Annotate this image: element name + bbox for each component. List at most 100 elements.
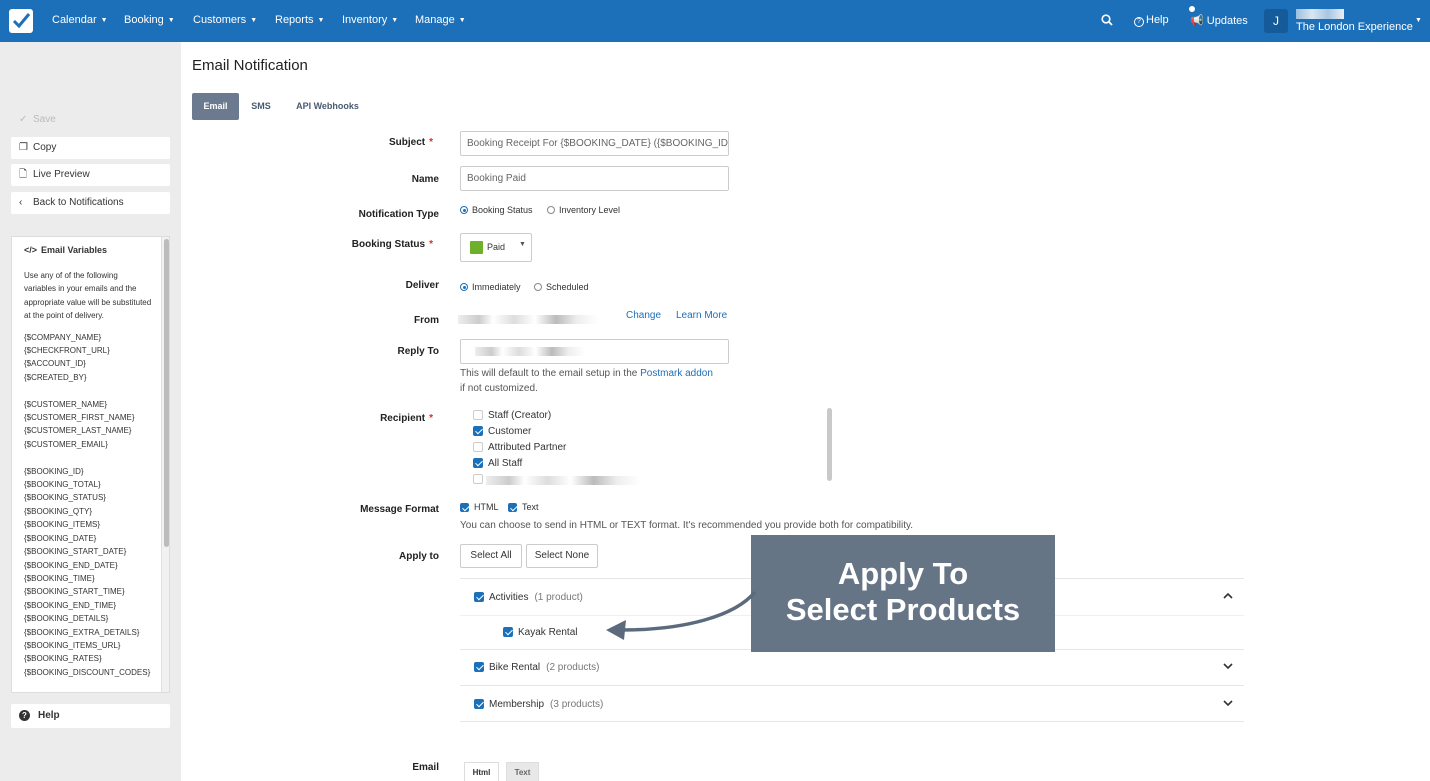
help-circle-icon: ? [1134, 17, 1144, 27]
email-variables-panel: </> Email Variables Use any of of the fol… [11, 236, 170, 693]
radio-booking-status[interactable]: Booking Status [460, 205, 533, 215]
email-label: Email [412, 762, 439, 773]
email-variable: {$BOOKING_START_DATE} [24, 547, 127, 557]
help-link[interactable]: ? Help [1134, 14, 1169, 27]
recipient-all-staff[interactable]: All Staff [473, 458, 522, 469]
top-nav: Calendar ▼ Booking ▼ Customers ▼ Reports ▼ I… [0, 0, 1430, 42]
help-button[interactable]: ? Help [11, 704, 170, 728]
tab-email[interactable]: Email [192, 93, 239, 120]
subject-label: Subject * [388, 137, 433, 148]
email-variable: {$BOOKING_ITEMS} [24, 520, 101, 530]
change-link[interactable]: Change [626, 310, 661, 321]
reply-to-blurred [475, 347, 585, 356]
deliver-label: Deliver [405, 280, 439, 291]
check-icon: ✓ [19, 114, 28, 125]
format-text-checkbox[interactable]: Text [508, 502, 539, 512]
email-tab-text[interactable]: Text [506, 762, 539, 781]
email-variable: {$BOOKING_START_TIME} [24, 587, 125, 597]
page-title: Email Notification [192, 57, 308, 74]
email-variable: {$BOOKING_DATE} [24, 533, 97, 543]
category-membership-row[interactable]: Membership (3 products) [460, 685, 1244, 722]
recipient-customer[interactable]: Customer [473, 426, 531, 437]
tab-api-webhooks[interactable]: API Webhooks [289, 93, 366, 120]
nav-inventory[interactable]: Inventory ▼ [342, 14, 398, 26]
postmark-addon-link[interactable]: Postmark addon [640, 368, 713, 379]
copy-button[interactable]: ❐ Copy [11, 137, 170, 159]
notification-type-label: Notification Type [358, 209, 439, 220]
variables-scrollbar[interactable] [161, 237, 169, 692]
subject-input[interactable]: Booking Receipt For {$BOOKING_DATE} ({$B… [460, 131, 729, 156]
nav-booking[interactable]: Booking ▼ [124, 14, 175, 26]
email-variable: {$BOOKING_TOTAL} [24, 480, 101, 490]
email-variable: {$BOOKING_DISCOUNT_CODES} [24, 667, 151, 677]
email-variable: {$BOOKING_QTY} [24, 506, 93, 516]
product-kayak-rental[interactable]: Kayak Rental [503, 627, 577, 638]
account-name[interactable]: The London Experience [1296, 21, 1413, 33]
booking-status-value: Paid [487, 242, 506, 252]
message-format-label: Message Format [360, 504, 439, 515]
back-to-notifications-button[interactable]: ‹ Back to Notifications [11, 192, 170, 214]
recipient-scrollbar[interactable] [827, 408, 832, 481]
reply-to-help-2: if not customized. [460, 383, 538, 394]
email-variables-title: </> Email Variables [24, 245, 108, 255]
chevron-down-icon[interactable] [1223, 698, 1233, 711]
live-preview-button[interactable]: 🗋 Live Preview [11, 164, 170, 186]
nav-reports[interactable]: Reports ▼ [275, 14, 324, 26]
email-variable: {$CUSTOMER_EMAIL} [24, 439, 108, 449]
radio-scheduled[interactable]: Scheduled [534, 282, 589, 292]
email-variable: {$BOOKING_END_TIME} [24, 600, 117, 610]
email-variables-description: Use any of of the following variables in… [24, 271, 152, 321]
notification-dot [1189, 6, 1195, 12]
updates-link[interactable]: 📢 Updates [1190, 14, 1248, 27]
nav-manage[interactable]: Manage ▼ [415, 14, 466, 26]
email-variable: {$CUSTOMER_LAST_NAME} [24, 426, 132, 436]
apply-to-callout: Apply To Select Products [751, 535, 1055, 652]
file-icon: 🗋 [19, 169, 28, 180]
account-user-blurred [1296, 9, 1344, 19]
sidebar: ✓ Save ❐ Copy 🗋 Live Preview ‹ Back to Notif… [0, 42, 181, 781]
tab-sms[interactable]: SMS [245, 93, 277, 120]
email-variable: {$ACCOUNT_ID} [24, 359, 86, 369]
category-membership[interactable]: Membership (3 products) [474, 699, 603, 710]
chevron-left-icon: ‹ [19, 197, 23, 208]
question-icon: ? [19, 710, 30, 721]
email-variable: {$BOOKING_RATES} [24, 654, 102, 664]
reply-to-label: Reply To [397, 346, 439, 357]
from-address-blurred [458, 315, 598, 324]
name-input[interactable]: Booking Paid [460, 166, 729, 191]
chevron-down-icon[interactable]: ▼ [1415, 17, 1422, 24]
caret-down-icon: ▼ [519, 241, 526, 248]
email-variable: {$BOOKING_DETAILS} [24, 614, 109, 624]
avatar[interactable]: J [1264, 9, 1288, 33]
category-bike-rental-row[interactable]: Bike Rental (2 products) [460, 649, 1244, 685]
recipient-blurred-text [486, 476, 640, 485]
select-none-button[interactable]: Select None [526, 544, 598, 568]
nav-calendar[interactable]: Calendar ▼ [52, 14, 108, 26]
format-html-checkbox[interactable]: HTML [460, 502, 499, 512]
category-bike-rental[interactable]: Bike Rental (2 products) [474, 662, 600, 673]
recipient-label: Recipient * [380, 413, 433, 424]
category-activities[interactable]: Activities (1 product) [474, 592, 583, 603]
email-tab-html[interactable]: Html [464, 762, 499, 781]
megaphone-icon: 📢 [1190, 15, 1204, 27]
radio-inventory-level[interactable]: Inventory Level [547, 205, 620, 215]
chevron-down-icon[interactable] [1223, 661, 1233, 674]
app-logo-icon[interactable] [9, 9, 33, 33]
save-button[interactable]: ✓ Save [11, 109, 170, 131]
nav-customers[interactable]: Customers ▼ [193, 14, 257, 26]
search-icon[interactable] [1101, 14, 1113, 29]
status-color-swatch [470, 241, 483, 254]
email-variable: {$BOOKING_ID} [24, 466, 84, 476]
recipient-staff-creator[interactable]: Staff (Creator) [473, 410, 551, 421]
select-all-button[interactable]: Select All [460, 544, 522, 568]
radio-immediately[interactable]: Immediately [460, 282, 521, 292]
reply-to-input[interactable] [460, 339, 729, 364]
code-icon: </> [24, 245, 38, 255]
booking-status-select[interactable]: Paid ▼ [460, 233, 532, 262]
recipient-attributed-partner[interactable]: Attributed Partner [473, 442, 566, 453]
learn-more-link[interactable]: Learn More [676, 310, 727, 321]
apply-to-label: Apply to [399, 551, 439, 562]
chevron-up-icon[interactable] [1223, 591, 1233, 604]
booking-status-label: Booking Status * [351, 239, 433, 250]
email-variable: {$BOOKING_END_DATE} [24, 560, 118, 570]
